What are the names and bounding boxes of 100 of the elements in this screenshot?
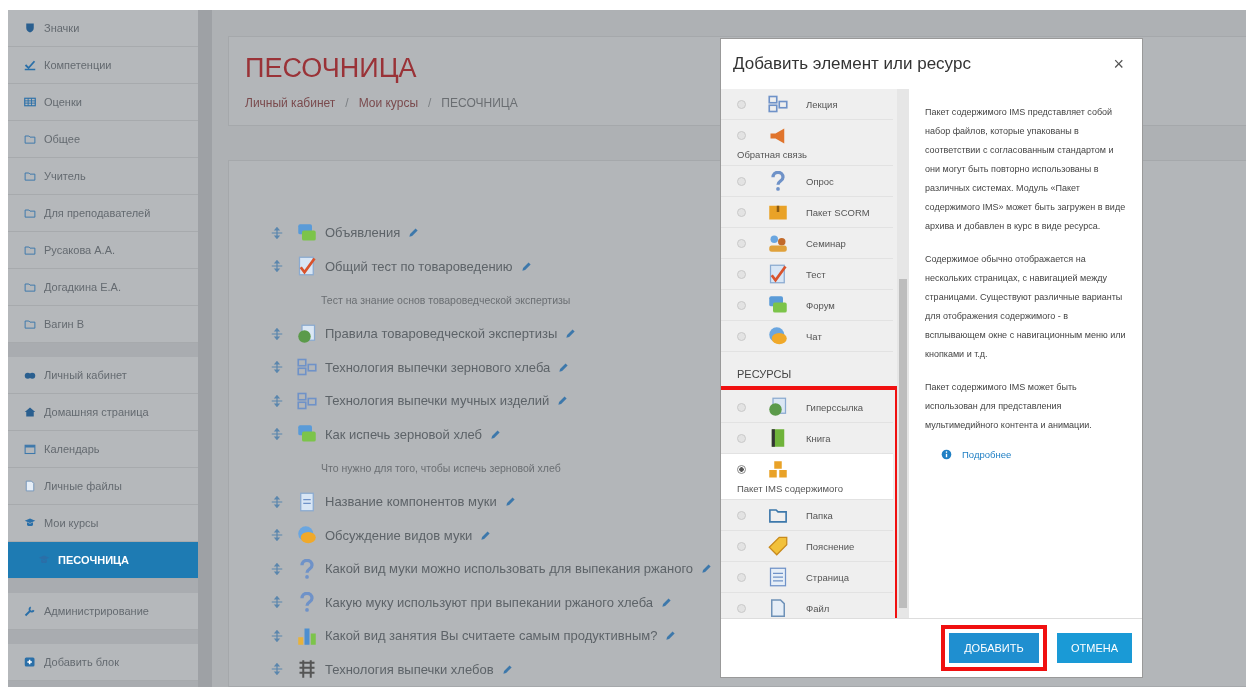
radio-button[interactable]: [737, 207, 746, 217]
radio-button[interactable]: [737, 433, 746, 443]
folder-icon: [24, 244, 36, 256]
description-text: Содержимое обычно отображается на нескольких страницах, с навигацией между страницами. Существуют различные варианты для отображения содержимого - в всплывающем окне с навигационным меню или кнопками и т.д.: [925, 253, 1127, 361]
pencil-icon[interactable]: [661, 596, 673, 608]
pencil-icon[interactable]: [408, 227, 420, 239]
activity-link[interactable]: Правила товароведческой экспертизы: [325, 326, 558, 342]
checklist-icon: [297, 256, 317, 277]
pencil-icon[interactable]: [665, 630, 677, 642]
folder-icon: [24, 281, 36, 293]
move-icon[interactable]: [271, 394, 283, 407]
diagram-icon: [297, 390, 317, 411]
radio-button[interactable]: [737, 465, 746, 474]
speech-bubbles-icon: [297, 424, 317, 445]
activity-link[interactable]: Объявления: [325, 225, 401, 241]
dialog-button[interactable]: ОТМЕНА: [1056, 633, 1132, 663]
activity-link[interactable]: Обсуждение видов муки: [325, 527, 473, 543]
move-icon[interactable]: [271, 629, 283, 642]
activity-link[interactable]: Технология выпечки мучных изделий: [325, 393, 550, 409]
move-icon[interactable]: [271, 529, 283, 542]
sidebar-item[interactable]: ПЕСОЧНИЦА: [8, 542, 198, 579]
move-icon[interactable]: [271, 596, 283, 609]
pencil-icon[interactable]: [558, 361, 570, 373]
activity-link[interactable]: Название компонентов муки: [325, 494, 497, 510]
radio-button[interactable]: [737, 572, 746, 582]
option-row[interactable]: Тест: [721, 259, 893, 290]
move-icon[interactable]: [271, 428, 283, 441]
activity-link[interactable]: Какой вид занятия Вы считаете самым продуктивным?: [325, 628, 658, 644]
more-link[interactable]: Подробнее: [962, 449, 1012, 460]
option-row[interactable]: Лекция: [721, 89, 893, 120]
pencil-icon[interactable]: [501, 663, 513, 675]
radio-button[interactable]: [737, 510, 746, 520]
activity-link[interactable]: Как испечь зерновой хлеб: [325, 426, 483, 442]
radio-button[interactable]: [737, 603, 746, 613]
graduation-cap-icon: [24, 517, 36, 529]
radio-button[interactable]: [737, 176, 746, 186]
pencil-icon[interactable]: [701, 563, 713, 575]
pencil-icon[interactable]: [490, 428, 502, 440]
activity-description: Тест на знание основ товароведческой экспертизы: [321, 293, 571, 308]
scrollbar[interactable]: [897, 89, 909, 618]
shield-icon: [24, 22, 36, 34]
activity-link[interactable]: Какую муку используют при выпекании ржаного хлеба: [325, 594, 654, 610]
activity-link[interactable]: Какой вид муки можно использовать для выпекания ржаного: [325, 561, 694, 577]
option-row[interactable]: Пояснение: [721, 531, 893, 562]
speech-bubbles-icon: [297, 222, 317, 243]
pencil-icon[interactable]: [520, 260, 532, 272]
close-button[interactable]: ×: [1109, 53, 1128, 75]
pencil-icon[interactable]: [565, 328, 577, 340]
checkmark-icon: [24, 59, 36, 71]
radio-button[interactable]: [737, 300, 746, 310]
page-title: ПЕСОЧНИЦА: [245, 53, 417, 84]
radio-button[interactable]: [737, 331, 746, 341]
option-row[interactable]: Обратная связь: [721, 120, 893, 166]
option-row[interactable]: Страница: [721, 562, 893, 593]
option-row[interactable]: Форум: [721, 290, 893, 321]
option-row[interactable]: Пакет IMS содержимого: [721, 454, 893, 500]
move-icon[interactable]: [271, 226, 283, 239]
option-row[interactable]: Опрос: [721, 166, 893, 197]
radio-button[interactable]: [737, 238, 746, 248]
option-row[interactable]: Гиперссылка: [721, 392, 893, 423]
move-icon[interactable]: [271, 327, 283, 340]
activity-link[interactable]: Общий тест по товароведению: [325, 258, 513, 274]
move-icon[interactable]: [271, 495, 283, 508]
move-icon[interactable]: [271, 260, 283, 273]
activity-link[interactable]: Технология выпечки зернового хлеба: [325, 359, 551, 375]
description-text: Пакет содержимого IMS представляет собой набор файлов, которые упакованы в соответствии с согласованным стандартом и они могут быть повторно использованы в различных системах. Модуль «Пакет содержимого IMS» может быть загружен в виде архива и добавлен в курс в виде ресурса.: [925, 106, 1127, 233]
breadcrumb-link[interactable]: Личный кабинет: [245, 96, 336, 110]
checklist-icon: [768, 264, 788, 284]
radio-button[interactable]: [737, 131, 746, 140]
move-icon[interactable]: [271, 361, 283, 374]
pencil-icon[interactable]: [504, 496, 516, 508]
activity-link[interactable]: Технология выпечки хлебов: [325, 661, 494, 677]
radio-button[interactable]: [737, 541, 746, 551]
globe-icon: [768, 397, 788, 417]
option-row[interactable]: Чат: [721, 321, 893, 352]
speech-bubbles-icon: [768, 295, 788, 315]
dialog-title: Добавить элемент или ресурс: [733, 54, 971, 74]
radio-button[interactable]: [737, 99, 746, 109]
breadcrumb-separator: /: [345, 96, 349, 110]
folder-icon: [24, 318, 36, 330]
folder-icon: [24, 133, 36, 145]
option-row[interactable]: Пакет SCORM: [721, 197, 893, 228]
home-icon: [24, 406, 36, 418]
radio-button[interactable]: [737, 269, 746, 279]
breadcrumb-link[interactable]: Мои курсы: [358, 96, 418, 110]
option-row[interactable]: Папка: [721, 500, 893, 531]
chat-icon: [297, 525, 317, 546]
pencil-icon[interactable]: [480, 529, 492, 541]
dialog-button[interactable]: ДОБАВИТЬ: [948, 633, 1039, 663]
move-icon[interactable]: [271, 562, 283, 575]
document-icon: [297, 491, 317, 512]
move-icon[interactable]: [271, 663, 283, 676]
info-icon: [941, 449, 952, 460]
breadcrumb-separator: /: [428, 96, 432, 110]
pencil-icon[interactable]: [557, 395, 569, 407]
folder-icon: [24, 170, 36, 182]
radio-button[interactable]: [737, 402, 746, 412]
people-icon: [768, 233, 788, 253]
option-row[interactable]: Семинар: [721, 228, 893, 259]
option-row[interactable]: Файл: [721, 593, 893, 618]
